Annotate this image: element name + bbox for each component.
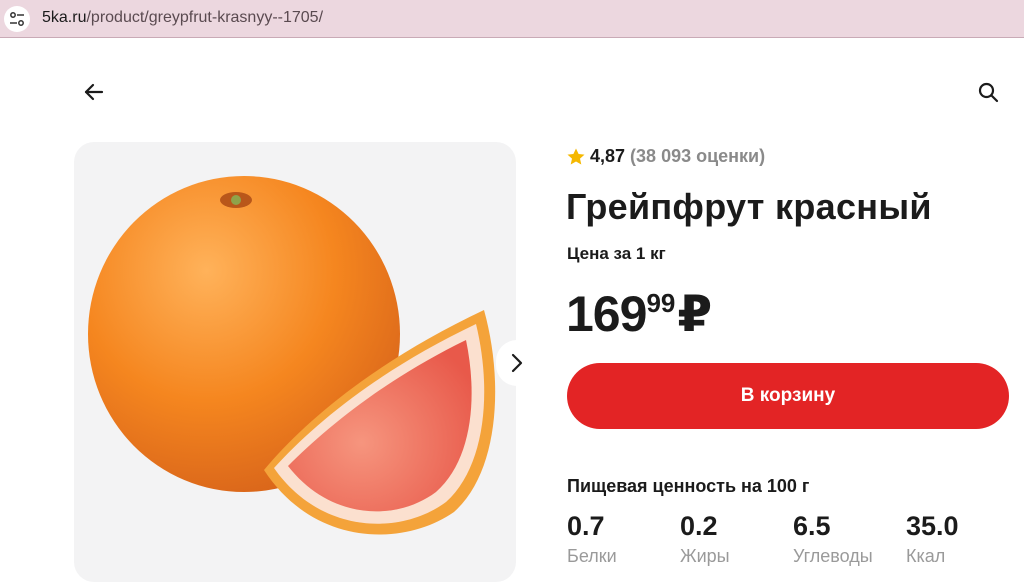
nutrition-value: 0.2 (680, 511, 718, 541)
nutrition-item-carbs: 6.5 Углеводы (793, 510, 903, 567)
nutrition-label: Белки (567, 546, 617, 566)
product-image-gallery (74, 142, 516, 582)
star-icon (567, 148, 585, 164)
price-kopecks: 99 (646, 288, 676, 318)
nutrition-value: 0.7 (567, 511, 605, 541)
product-price: 169 99 ₽ (566, 286, 712, 342)
url-domain: 5ka.ru (42, 9, 87, 26)
nutrition-label: Углеводы (793, 546, 873, 566)
currency-sign: ₽ (677, 286, 713, 342)
add-to-cart-button[interactable]: В корзину (567, 363, 1009, 429)
nutrition-item-kcal: 35.0 Ккал (906, 510, 1016, 567)
grapefruit-image (88, 176, 496, 535)
search-icon[interactable] (976, 80, 1000, 104)
nutrition-title: Пищевая ценность на 100 г (567, 476, 810, 496)
rating-value: 4,87 (590, 146, 626, 166)
gallery-next-button[interactable] (496, 340, 538, 386)
back-arrow-icon[interactable] (82, 80, 106, 104)
nutrition-label: Жиры (680, 546, 730, 566)
price-rubles: 169 (566, 286, 647, 342)
nutrition-item-fat: 0.2 Жиры (680, 510, 790, 567)
browser-address-bar: 5ka.ru/product/greypfrut-krasnyy--1705/ (0, 0, 1024, 38)
rating-count: (38 093 оценки) (630, 146, 766, 166)
nutrition-value: 6.5 (793, 511, 831, 541)
nutrition-label: Ккал (906, 546, 946, 566)
url-text[interactable]: 5ka.ru/product/greypfrut-krasnyy--1705/ (42, 9, 323, 27)
product-title: Грейпфрут красный (566, 186, 932, 227)
chevron-right-icon (511, 353, 523, 373)
nutrition-item-protein: 0.7 Белки (567, 510, 677, 567)
price-unit-label: Цена за 1 кг (567, 244, 666, 263)
nutrition-value: 35.0 (906, 511, 959, 541)
product-rating[interactable]: 4,87 (38 093 оценки) (566, 146, 765, 167)
url-path: /product/greypfrut-krasnyy--1705/ (86, 9, 324, 26)
site-settings-icon[interactable] (4, 6, 30, 32)
